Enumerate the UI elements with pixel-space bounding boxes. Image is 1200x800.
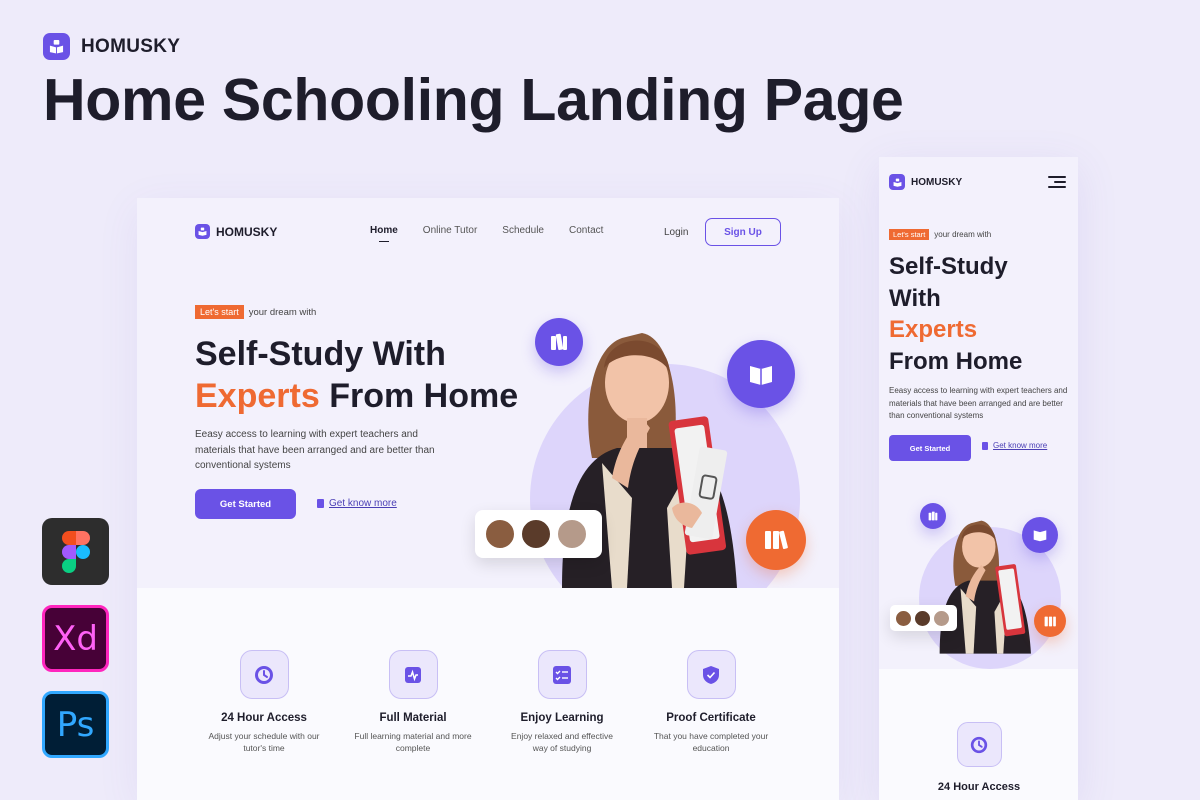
books-float-icon [535,318,583,366]
feature-title: Proof Certificate [666,712,756,724]
nav-logo-text: HOMUSKY [216,224,278,239]
feature-title: 24 Hour Access [937,781,1021,793]
page-title: Home Schooling Landing Page [43,67,904,133]
books-float-icon [920,503,946,529]
nav-item-schedule[interactable]: Schedule [502,225,544,236]
avatar [895,609,912,627]
hero-title-line2: Experts From Home [195,375,518,417]
desktop-mockup: HOMUSKY Home Online Tutor Schedule Conta… [137,198,839,800]
feature-title: 24 Hour Access [221,712,307,724]
hero-title: Self-Study With Experts From Home [195,333,518,417]
tag-badge: Let's start [889,229,930,240]
brand-name: HOMUSKY [81,35,181,57]
brand-header: HOMUSKY [43,33,180,60]
tutor-avatars [475,510,602,558]
hero-title-line1: Self-Study [889,253,1008,280]
book-icon [317,499,324,508]
chart-book-icon [388,650,438,699]
hero-tagline: Let's start your dream with [889,229,991,240]
nav-logo[interactable]: HOMUSKY [195,224,277,239]
hero-title-line1: Self-Study With [195,335,446,373]
features-section: 24 Hour Access Adjust your schedule with… [137,588,839,800]
get-started-button[interactable]: Get Started [195,489,296,519]
tutor-avatars [890,605,957,631]
nav-logo[interactable]: HOMUSKY [889,174,962,190]
photoshop-icon: Ps [42,691,109,758]
feature-card: Full Material Full learning material and… [343,650,483,754]
checklist-icon [537,650,587,699]
book-icon [982,441,988,450]
mobile-mockup: HOMUSKY Let's start your dream with Self… [879,157,1078,800]
adobe-xd-icon: Xd [42,605,109,672]
figma-icon [42,518,109,585]
hamburger-menu-icon[interactable] [1048,176,1066,188]
nav-menu: Home Online Tutor Schedule Contact [370,225,603,242]
logo-icon [43,33,70,60]
feature-title: Full Material [379,712,447,724]
feature-desc: Full learning material and more complete [354,731,472,753]
hero-description: Eeasy access to learning with expert tea… [889,386,1068,420]
feature-desc: Adjust your schedule with our tutor's ti… [208,731,320,753]
logo-icon [889,174,905,190]
clock-icon [956,722,1002,767]
hero-illustration [472,298,832,634]
nav-logo-text: HOMUSKY [911,176,963,188]
avatar [484,518,516,550]
hero-illustration [889,487,1074,669]
clock-icon [239,650,289,699]
hero-title-highlight: Experts [889,316,978,343]
hero-tagline: Let's start your dream with [195,305,316,319]
login-link[interactable]: Login [664,227,688,238]
feature-card: Proof Certificate That you have complete… [641,650,781,754]
tagline-text: your dream with [934,230,992,239]
logo-icon [195,224,210,239]
avatar [520,518,552,550]
get-know-more-link[interactable]: Get know more [317,498,397,509]
feature-desc: That you have completed your education [653,731,769,753]
hero-title-line2: With [889,284,941,312]
feature-card: 24 Hour Access [909,722,1049,793]
get-started-button[interactable]: Get Started [889,435,971,461]
know-more-label: Get know more [329,498,397,509]
feature-desc: Enjoy relaxed and effective way of study… [511,731,613,753]
nav-item-home[interactable]: Home [370,225,398,242]
library-float-icon [746,510,806,570]
hero-title-highlight: Experts [195,377,320,415]
open-book-float-icon [1022,517,1058,553]
nav-item-contact[interactable]: Contact [569,225,603,236]
tag-badge: Let's start [195,305,244,319]
shield-check-icon [686,650,736,699]
features-section: 24 Hour Access [879,669,1078,800]
feature-card: 24 Hour Access Adjust your schedule with… [194,650,334,754]
hero-description: Eeasy access to learning with expert tea… [195,429,435,471]
hero-title: Self-Study With Experts From Home [889,251,1022,377]
signup-button[interactable]: Sign Up [705,218,781,246]
feature-title: Enjoy Learning [520,712,604,724]
nav-item-online-tutor[interactable]: Online Tutor [423,225,477,236]
library-float-icon [1034,605,1066,637]
get-know-more-link[interactable]: Get know more [982,441,1047,450]
open-book-float-icon [727,340,795,408]
avatar [556,518,588,550]
avatar [933,609,950,627]
feature-card: Enjoy Learning Enjoy relaxed and effecti… [492,650,632,754]
tagline-text: your dream with [248,306,317,318]
know-more-label: Get know more [993,441,1048,450]
hero-title-end: From Home [889,347,1023,375]
avatar [914,609,931,627]
